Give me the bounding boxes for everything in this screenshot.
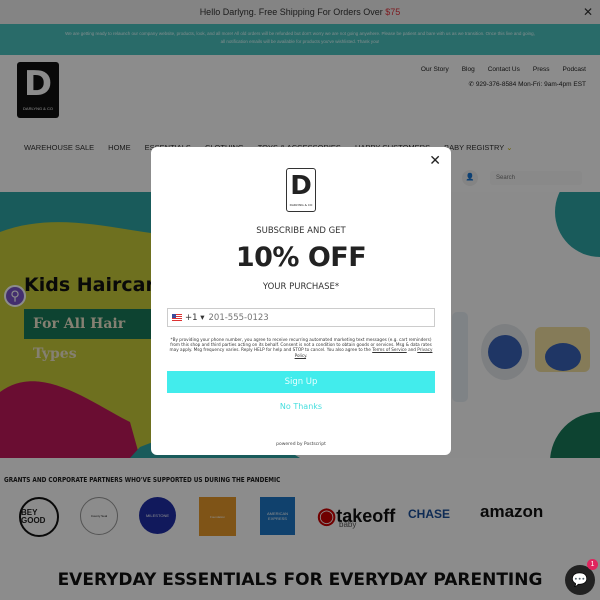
chevron-down-icon: ▾ [197, 312, 205, 323]
legal-and: and [406, 347, 418, 353]
modal-line1: SUBSCRIBE AND GET [256, 226, 346, 236]
chat-badge: 1 [587, 559, 598, 570]
powered-by: powered by Postscript [276, 442, 326, 447]
subscribe-modal: ✕ D DARLYNG & CO SUBSCRIBE AND GET 10% O… [151, 147, 451, 455]
modal-line3: YOUR PURCHASE* [262, 282, 340, 292]
legal-period: . [306, 352, 308, 358]
us-flag-icon [172, 314, 182, 321]
close-icon[interactable]: ✕ [429, 153, 441, 169]
country-code-select[interactable]: +1 [185, 313, 198, 323]
terms-link[interactable]: Terms of Service [372, 347, 407, 352]
legal-text: *By providing your phone number, you agr… [167, 337, 435, 358]
logo-text: DARLYNG & CO [289, 203, 313, 207]
phone-input[interactable] [208, 312, 409, 323]
chat-icon: 💬 [571, 572, 589, 587]
modal-offer: 10% OFF [235, 242, 367, 273]
no-thanks-button[interactable]: No Thanks [151, 402, 451, 411]
phone-field[interactable]: +1 ▾ [167, 308, 435, 327]
chat-button[interactable]: 💬 1 [565, 559, 598, 595]
sign-up-button[interactable]: Sign Up [167, 371, 435, 393]
logo-letter: D [290, 171, 312, 201]
modal-logo: D DARLYNG & CO [286, 168, 316, 212]
